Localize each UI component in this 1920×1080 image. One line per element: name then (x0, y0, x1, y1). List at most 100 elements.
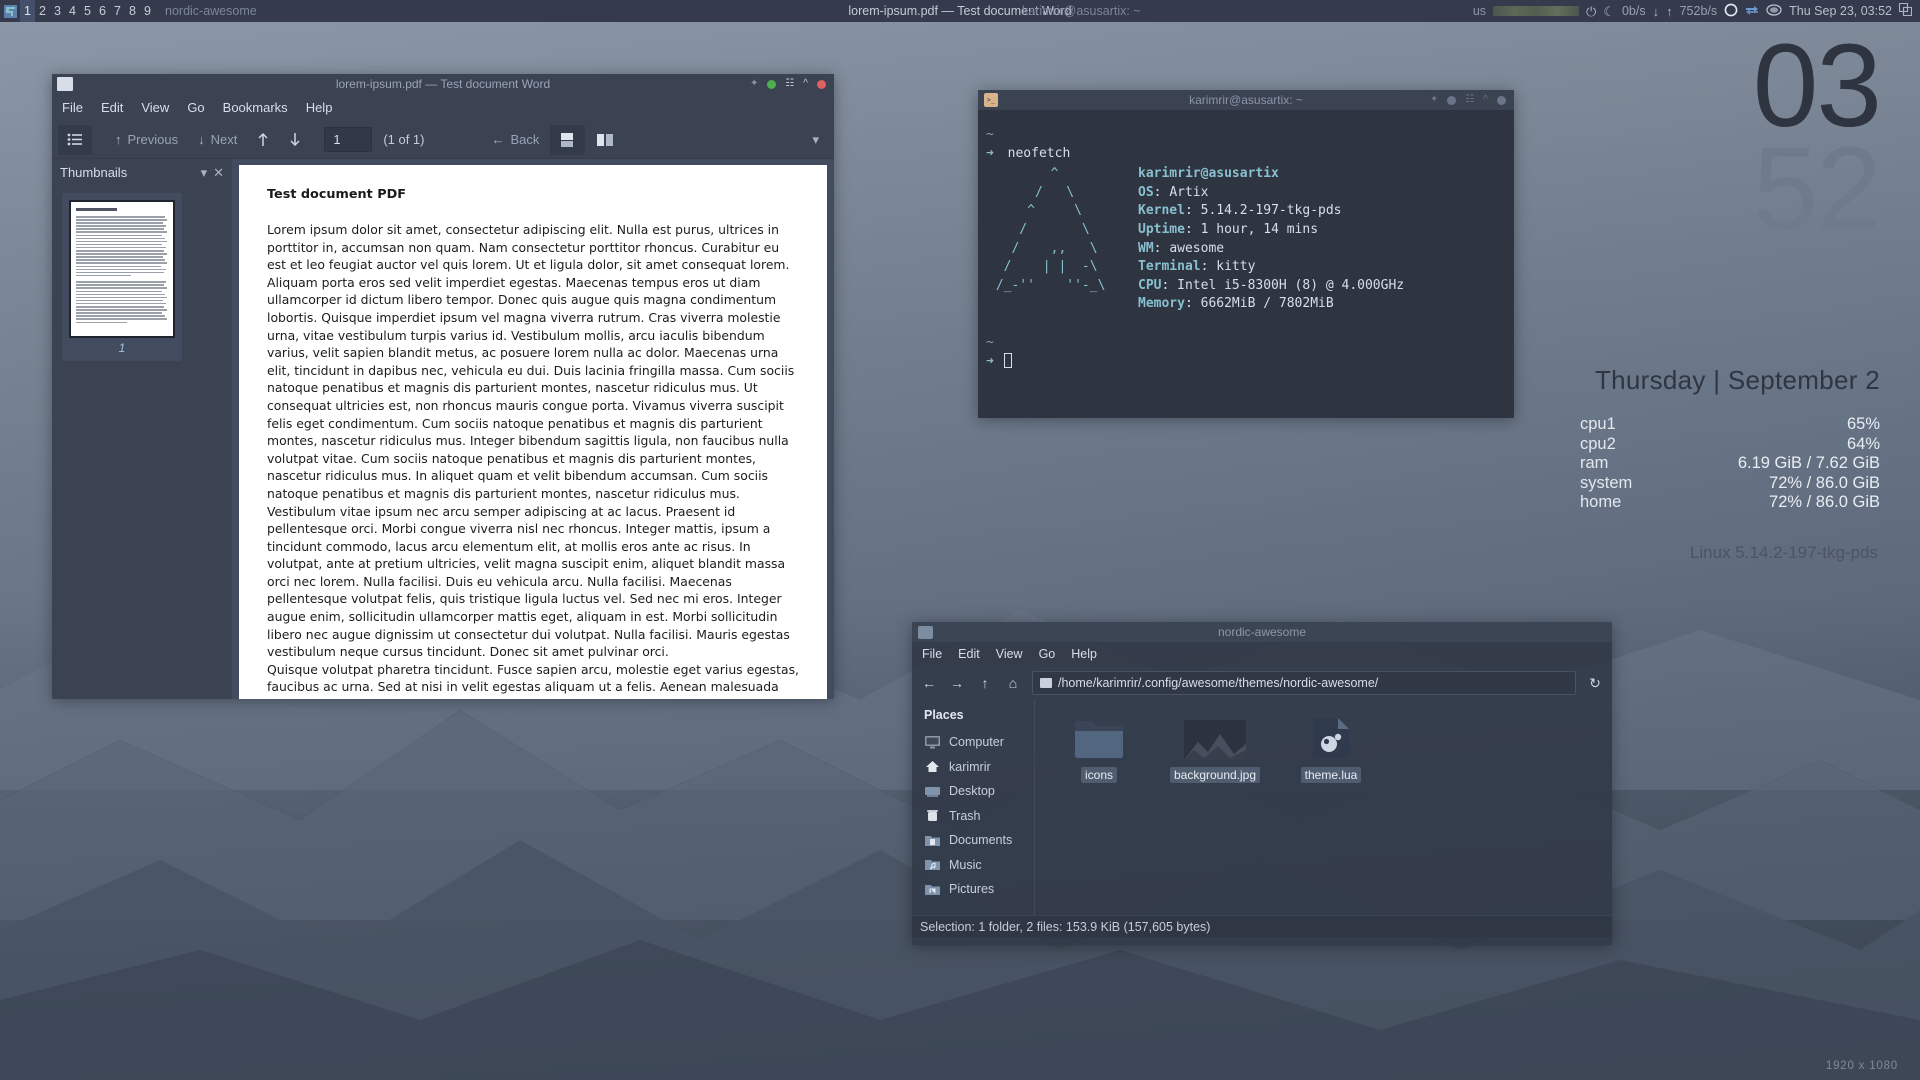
terminal-window-buttons[interactable]: ✦ ☷ ^ (1430, 95, 1506, 105)
place-item-computer[interactable]: Computer (924, 730, 1034, 755)
tag-1[interactable]: 1 (20, 0, 35, 22)
tag-2[interactable]: 2 (35, 0, 50, 22)
pdf-menu-file[interactable]: File (62, 100, 83, 115)
file-item-theme-lua[interactable]: theme.lua (1285, 714, 1377, 915)
arrow-down-icon: ↓ (1653, 5, 1660, 18)
minimize-icon[interactable]: ^ (1483, 95, 1488, 105)
place-item-karimrir[interactable]: karimrir (924, 755, 1034, 780)
pdf-menu-help[interactable]: Help (306, 100, 333, 115)
network-arrows-icon[interactable] (1745, 4, 1759, 19)
terminal-output[interactable]: ~ ➜ neofetch ^ / \ ^ \ / \ / ,, \ / | | … (978, 110, 1514, 371)
chevron-down-icon[interactable]: ▾ (201, 166, 208, 179)
topbar-clock[interactable]: Thu Sep 23, 03:52 (1789, 4, 1892, 18)
tag-8[interactable]: 8 (125, 0, 140, 22)
place-item-desktop[interactable]: Desktop (924, 779, 1034, 804)
home-icon[interactable]: ⌂ (1004, 675, 1022, 691)
ontop-icon[interactable]: ☷ (785, 79, 794, 89)
path-input[interactable]: /home/karimrir/.config/awesome/themes/no… (1032, 671, 1576, 695)
next-page-button[interactable]: ↓ Next (189, 125, 246, 155)
pdf-menu-view[interactable]: View (141, 100, 169, 115)
circle-icon[interactable] (1724, 3, 1738, 20)
terminal-titlebar[interactable]: karimrir@asusartix: ~ ✦ ☷ ^ (978, 90, 1514, 110)
terminal-input-line[interactable]: ➜ (986, 353, 1514, 372)
fm-menu-go[interactable]: Go (1039, 647, 1056, 661)
sticky-icon[interactable]: ✦ (1430, 95, 1438, 105)
tag-5[interactable]: 5 (80, 0, 95, 22)
pdf-page-scroll-area[interactable]: Test document PDF Lorem ipsum dolor sit … (232, 159, 834, 699)
file-manager-titlebar[interactable]: nordic-awesome (912, 622, 1612, 642)
pdf-titlebar[interactable]: lorem-ipsum.pdf — Test document Word ✦ ☷… (52, 74, 834, 94)
pdf-menu-go[interactable]: Go (187, 100, 204, 115)
ontop-icon[interactable]: ☷ (1465, 95, 1474, 105)
pdf-paragraph: Quisque volutpat pharetra tincidunt. Fus… (267, 661, 799, 699)
artix-ascii-logo: ^ / \ ^ \ / \ / ,, \ / | | -\ /_-'' ''-_… (986, 165, 1138, 314)
sidebar-toggle-button[interactable] (58, 125, 92, 155)
place-item-pictures[interactable]: Pictures (924, 877, 1034, 902)
file-list-view[interactable]: icons background.jpg (1034, 700, 1612, 915)
close-dot[interactable] (817, 80, 826, 89)
place-item-music[interactable]: Music (924, 853, 1034, 878)
power-icon[interactable]: ⏻ (1586, 5, 1596, 18)
previous-label: Previous (128, 132, 179, 147)
place-label: Music (949, 858, 982, 872)
fm-menu-edit[interactable]: Edit (958, 647, 980, 661)
fm-menu-help[interactable]: Help (1071, 647, 1097, 661)
fm-menu-file[interactable]: File (922, 647, 942, 661)
moon-icon[interactable]: ☾ (1603, 5, 1615, 18)
close-dot[interactable] (1497, 96, 1506, 105)
pdf-page: Test document PDF Lorem ipsum dolor sit … (239, 165, 827, 699)
resolution-indicator: 1920 x 1080 (1826, 1060, 1898, 1072)
tasklist-item-terminal[interactable]: karimrir@asusartix: ~ (1022, 4, 1141, 18)
last-page-button[interactable] (280, 125, 310, 155)
back-button[interactable]: ← Back (483, 125, 549, 155)
awesome-logo-icon[interactable] (0, 0, 20, 22)
arrow-right-icon[interactable]: → (948, 675, 966, 691)
tray-graph-icon[interactable] (1493, 6, 1579, 16)
neofetch-row-uptime: Uptime: 1 hour, 14 mins (1138, 221, 1404, 240)
single-page-view-button[interactable] (550, 125, 585, 155)
tag-3[interactable]: 3 (50, 0, 65, 22)
keyboard-layout-indicator[interactable]: us (1473, 4, 1486, 18)
file-item-background[interactable]: background.jpg (1169, 714, 1261, 915)
nvidia-icon[interactable] (1766, 4, 1782, 19)
kernel-version-widget: Linux 5.14.2-197-tkg-pds (1690, 543, 1878, 563)
pdf-menu-edit[interactable]: Edit (101, 100, 123, 115)
thumbnail-item-1[interactable]: 1 (62, 193, 182, 361)
place-label: Desktop (949, 784, 995, 798)
place-item-documents[interactable]: Documents (924, 828, 1034, 853)
tag-6[interactable]: 6 (95, 0, 110, 22)
neofetch-userhost: karimrir@asusartix (1138, 165, 1404, 184)
tasklist-item-nordic-awesome[interactable]: nordic-awesome (165, 4, 257, 18)
info-value: kitty (1216, 259, 1255, 274)
maximize-dot[interactable] (767, 80, 776, 89)
tag-4[interactable]: 4 (65, 0, 80, 22)
pdf-viewer-window[interactable]: lorem-ipsum.pdf — Test document Word ✦ ☷… (52, 74, 834, 699)
pdf-menu-bookmarks[interactable]: Bookmarks (223, 100, 288, 115)
arrow-up-icon[interactable]: ↑ (976, 675, 994, 691)
first-page-button[interactable] (248, 125, 278, 155)
file-manager-statusbar: Selection: 1 folder, 2 files: 153.9 KiB … (912, 915, 1612, 937)
single-page-view-icon (559, 132, 576, 148)
close-icon[interactable]: ✕ (213, 166, 224, 179)
tile-layout-icon[interactable] (1899, 3, 1912, 19)
arrow-left-icon[interactable]: ← (920, 675, 938, 691)
reload-icon[interactable]: ↻ (1586, 675, 1604, 692)
tag-9[interactable]: 9 (140, 0, 155, 22)
tag-7[interactable]: 7 (110, 0, 125, 22)
music-folder-icon (924, 858, 940, 872)
previous-page-button[interactable]: ↑ Previous (106, 125, 187, 155)
file-manager-window[interactable]: nordic-awesome File Edit View Go Help ← … (912, 622, 1612, 945)
pdf-window-buttons[interactable]: ✦ ☷ ^ (750, 79, 826, 89)
minimize-icon[interactable]: ^ (803, 79, 808, 89)
stat-row: system 72% / 86.0 GiB (1580, 474, 1880, 494)
place-item-trash[interactable]: Trash (924, 804, 1034, 829)
dual-page-view-button[interactable] (587, 125, 623, 155)
back-label: Back (511, 132, 540, 147)
sticky-icon[interactable]: ✦ (750, 79, 758, 89)
fm-menu-view[interactable]: View (996, 647, 1023, 661)
file-item-icons[interactable]: icons (1053, 714, 1145, 915)
maximize-dot[interactable] (1447, 96, 1456, 105)
terminal-window[interactable]: karimrir@asusartix: ~ ✦ ☷ ^ ~ ➜ neofetch… (978, 90, 1514, 418)
more-options-button[interactable]: ▾ (803, 125, 828, 155)
page-number-input[interactable]: 1 (324, 127, 372, 152)
